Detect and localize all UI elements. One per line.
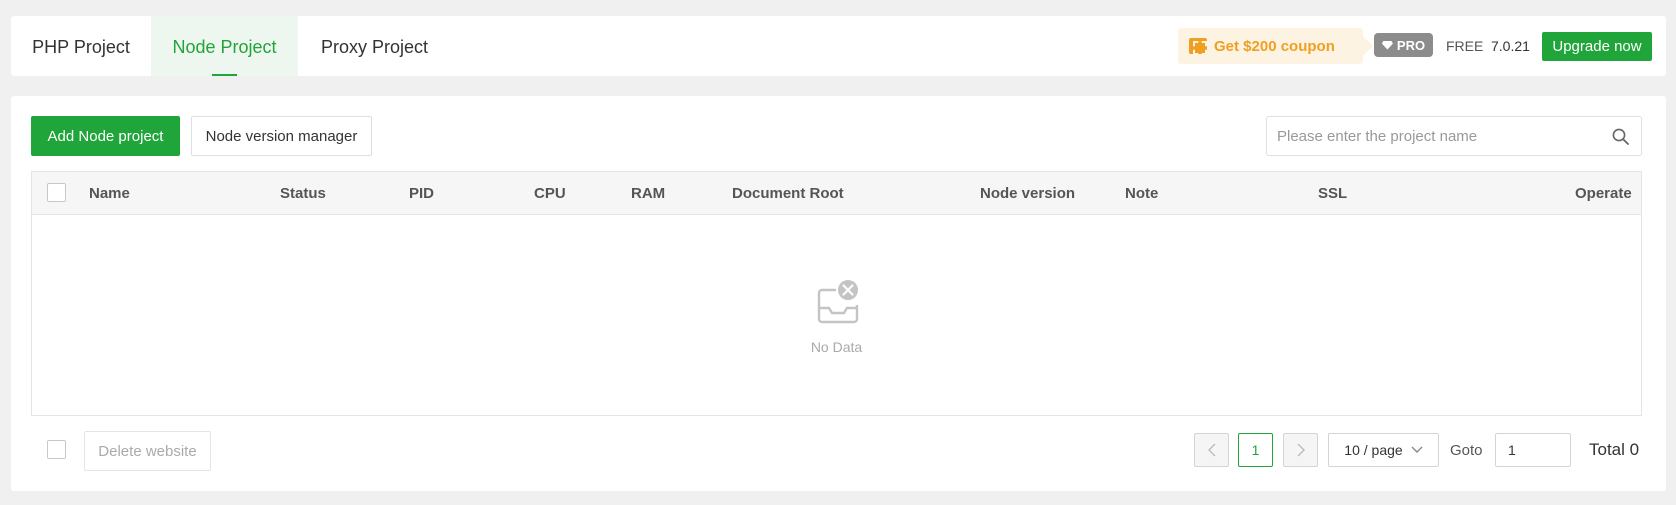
page-size-value: 10 / page (1344, 442, 1403, 458)
project-type-tabs: PHP Project Node Project Proxy Project G… (11, 16, 1666, 76)
tab-php-project[interactable]: PHP Project (11, 16, 151, 76)
project-search (1266, 116, 1642, 156)
column-header-node-version[interactable]: Node version (980, 172, 1075, 215)
search-icon[interactable] (1612, 128, 1629, 145)
column-header-pid[interactable]: PID (409, 172, 434, 215)
column-header-name[interactable]: Name (89, 172, 130, 215)
prev-page-button[interactable] (1194, 433, 1229, 467)
edition-label: FREE (1446, 38, 1484, 54)
next-page-button[interactable] (1283, 433, 1318, 467)
delete-website-button[interactable]: Delete website (84, 431, 211, 471)
column-header-document-root[interactable]: Document Root (732, 172, 844, 215)
add-node-project-button[interactable]: Add Node project (31, 116, 180, 156)
empty-state-text: No Data (810, 339, 863, 355)
column-header-ssl[interactable]: SSL (1318, 172, 1347, 215)
coupon-button[interactable]: Get $200 coupon (1178, 28, 1373, 64)
table-header: Name Status PID CPU RAM Document Root No… (32, 172, 1641, 215)
coupon-label: Get $200 coupon (1214, 37, 1335, 55)
projects-table: Name Status PID CPU RAM Document Root No… (31, 171, 1642, 416)
tab-node-project[interactable]: Node Project (151, 16, 298, 76)
active-tab-indicator (212, 74, 237, 76)
node-version-manager-button[interactable]: Node version manager (191, 116, 372, 156)
page-size-select[interactable]: 10 / page (1328, 433, 1439, 467)
column-header-ram[interactable]: RAM (631, 172, 665, 215)
chevron-down-icon (1411, 446, 1423, 453)
column-header-cpu[interactable]: CPU (534, 172, 566, 215)
chevron-left-icon (1207, 443, 1215, 457)
column-header-note[interactable]: Note (1125, 172, 1158, 215)
coupon-icon (1189, 38, 1207, 55)
pro-badge[interactable]: PRO (1374, 33, 1433, 57)
goto-page-input[interactable] (1495, 433, 1571, 467)
node-project-panel: Add Node project Node version manager Na… (11, 96, 1666, 491)
diamond-icon (1381, 40, 1393, 50)
column-header-status[interactable]: Status (280, 172, 326, 215)
total-count: Total 0 (1589, 440, 1640, 459)
upgrade-button[interactable]: Upgrade now (1542, 32, 1652, 61)
tab-proxy-project[interactable]: Proxy Project (298, 16, 451, 76)
search-input[interactable] (1277, 118, 1597, 154)
goto-label: Goto (1450, 442, 1483, 459)
select-all-checkbox[interactable] (47, 183, 66, 202)
empty-state: No Data (32, 216, 1641, 415)
chevron-right-icon (1297, 443, 1305, 457)
version-label: 7.0.21 (1491, 38, 1530, 54)
page-number-button[interactable]: 1 (1238, 433, 1273, 467)
footer-select-checkbox[interactable] (47, 440, 66, 459)
pro-label: PRO (1396, 37, 1426, 53)
column-header-operate: Operate (1575, 185, 1632, 202)
no-data-icon (817, 280, 859, 324)
